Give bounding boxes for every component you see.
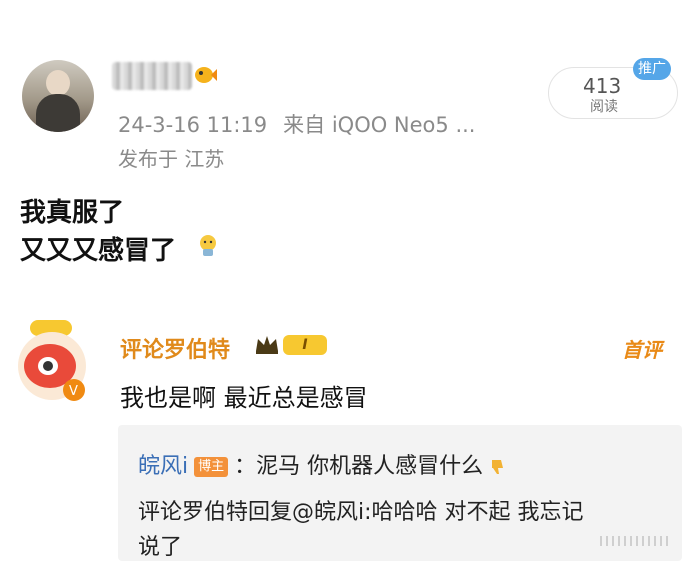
fish-emoji-icon: [195, 67, 217, 83]
reply-thread[interactable]: [118, 425, 682, 561]
read-label: 阅读: [590, 99, 618, 115]
avatar-head: [46, 70, 70, 96]
thumbs-down-icon: [492, 460, 504, 474]
post-timestamp: 24-3-16 11:19: [118, 113, 268, 137]
reply-1: 皖风i 博主 ：泥马 你机器人感冒什么: [138, 448, 508, 480]
read-count: 413: [583, 74, 622, 98]
reply-2-line-2: 说了: [138, 535, 183, 560]
avatar-body: [36, 94, 80, 132]
post-text-line-1: 我真服了: [20, 198, 125, 228]
first-comment-tag: 首评: [622, 338, 662, 362]
crown-icon: [256, 336, 278, 354]
fatigue-emoji-icon: [200, 235, 216, 256]
reply-2-line-1: 评论罗伯特回复@皖风i:哈哈哈 对不起 我忘记: [138, 500, 584, 525]
comment-text: 我也是啊 最近总是感冒: [120, 384, 368, 412]
poster-avatar[interactable]: [22, 60, 94, 132]
post-location: 发布于 江苏: [118, 147, 225, 171]
poster-name-obscured[interactable]: [112, 62, 192, 90]
level-badge: I: [283, 335, 327, 355]
post-source: 来自 iQOO Neo5 ...: [283, 113, 476, 137]
reply-1-author[interactable]: 皖风i: [138, 454, 188, 479]
blogger-badge: 博主: [194, 457, 229, 477]
svg-text:V: V: [69, 384, 78, 399]
post-text-line-2: 又又又感冒了: [20, 236, 177, 266]
dots-watermark-icon: [600, 536, 668, 546]
commenter-name[interactable]: 评论罗伯特: [120, 332, 230, 364]
reply-1-text: ：泥马 你机器人感冒什么: [234, 454, 484, 479]
post-meta: 24-3-16 11:19 来自 iQOO Neo5 ...: [118, 109, 491, 139]
commenter-avatar[interactable]: V: [12, 318, 94, 404]
promo-badge[interactable]: 推广: [633, 58, 671, 80]
